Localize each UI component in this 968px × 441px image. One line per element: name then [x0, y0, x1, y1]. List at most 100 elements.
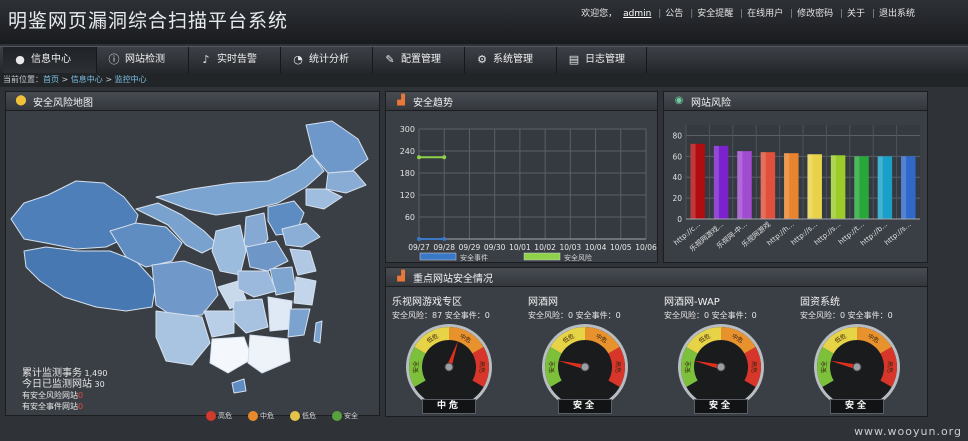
link-online-users[interactable]: 在线用户 [747, 9, 783, 19]
map-panel-title: 安全风险地图 [33, 98, 93, 109]
trend-ytick-label: 120 [400, 191, 415, 200]
map-region-guangdong [247, 334, 291, 374]
trend-xtick-label: 09/30 [484, 243, 506, 252]
trend-ytick-label: 180 [400, 169, 415, 178]
trend-xtick-label: 10/01 [509, 243, 531, 252]
trend-ytick-label: 300 [400, 125, 415, 134]
trend-legend-label: 安全事件 [460, 253, 488, 262]
map-region-liaoning [305, 188, 343, 210]
map-region-hainan [231, 378, 247, 394]
gauge-status-label: 安全 [694, 399, 748, 414]
trend-point [442, 155, 447, 160]
trend-point [417, 155, 421, 160]
trend-xtick-label: 10/04 [585, 243, 607, 252]
tab-realtime-alarm[interactable]: ♪ 实时告警 [189, 47, 281, 73]
tab-site-detect[interactable]: ⓘ 网站检测 [97, 47, 189, 73]
tab-config[interactable]: ✎ 配置管理 [373, 47, 465, 73]
bar-chart-icon: ▟ [397, 271, 405, 282]
legend-safe-dot [332, 411, 342, 421]
risk-bar-highlight [807, 154, 813, 219]
main-nav: ● 信息中心 ⓘ 网站检测 ♪ 实时告警 ◔ 统计分析 ✎ 配置管理 ⚙ 系统管理 ▤ 日志管… [0, 46, 968, 74]
link-logout[interactable]: 退出系统 [879, 9, 915, 19]
site-name[interactable]: 网酒网 [528, 293, 558, 308]
risk-category-label: http://s... [813, 220, 842, 247]
wrench-icon: ✎ [385, 53, 395, 66]
risk-bar-highlight [877, 156, 883, 219]
trend-panel-title: 安全趋势 [413, 98, 453, 109]
gauge-zone-label: 高危 [750, 361, 758, 373]
legend-safe: 安全 [332, 411, 358, 421]
map-stats: 累计监测事务 1,490 今日已监测网站 30 有安全风险网站0 有安全事件网站… [22, 368, 108, 411]
risk-ytick-label: 80 [672, 131, 682, 140]
map-region-hunan [231, 298, 269, 334]
site-gauge: 安全低危 中危高危 [542, 324, 628, 405]
risk-bar-highlight [690, 143, 696, 219]
top-links: 欢迎您， admin | 公告 | 安全提醒 | 在线用户 | 修改密码 | 关于 | 退出系… [581, 9, 915, 19]
tab-info-center[interactable]: ● 信息中心 [3, 47, 97, 73]
tab-system[interactable]: ⚙ 系统管理 [465, 47, 557, 73]
trend-ytick-label: 60 [405, 213, 415, 222]
app-header: 明鉴网页漏洞综合扫描平台系统 欢迎您， admin | 公告 | 安全提醒 | 在线用户… [0, 0, 968, 44]
risk-ytick-label: 60 [672, 152, 682, 161]
gauge-zone-label: 高危 [478, 361, 486, 373]
gauge-hub [716, 362, 726, 372]
info-icon: ⓘ [108, 53, 120, 66]
risk-bar-highlight [784, 153, 790, 219]
risk-bar-highlight [901, 156, 907, 219]
link-change-password[interactable]: 修改密码 [797, 9, 833, 19]
map-panel: ⬤ 安全风险地图 累计监测事务 1,490 今日已监测网站 30 有安全风险网站… [5, 91, 380, 421]
legend-low-dot [290, 411, 300, 421]
trend-xtick-label: 10/06 [635, 243, 657, 252]
legend-high-dot [206, 411, 216, 421]
gauge-hub [852, 362, 862, 372]
risk-panel-title: 网站风险 [691, 98, 731, 109]
map-region-guizhou [203, 310, 235, 338]
trend-plot-area [419, 129, 646, 239]
legend-high: 高危 [206, 411, 232, 421]
gauge-zone-label: 高危 [886, 361, 894, 373]
trend-ytick-label: 240 [400, 147, 415, 156]
map-region-jiangsu [289, 248, 317, 276]
site-gauge: 安全低危 中危高危 [814, 324, 900, 405]
gear-icon: ⚙ [477, 53, 487, 66]
breadcrumb-monitor[interactable]: 监控中心 [115, 75, 147, 84]
gauge-zone-label: 安全 [684, 361, 692, 373]
site-stats: 安全风险：0 安全事件：0 [664, 311, 757, 320]
map-region-henan [245, 240, 289, 272]
trend-xtick-label: 09/27 [408, 243, 430, 252]
site-name[interactable]: 乐视网游戏专区 [392, 293, 462, 308]
map-region-taiwan [313, 320, 323, 344]
watermark: www.wooyun.org [854, 425, 962, 438]
tab-statistics[interactable]: ◔ 统计分析 [281, 47, 373, 73]
link-security-alert[interactable]: 安全提醒 [697, 9, 733, 19]
map-region-zhejiang [293, 276, 317, 306]
trend-xtick-label: 09/28 [433, 243, 455, 252]
risk-bar-highlight [713, 145, 719, 219]
risk-ytick-label: 0 [677, 215, 682, 224]
link-announcement[interactable]: 公告 [665, 9, 683, 19]
gauge-status-label: 中危 [422, 399, 476, 414]
risk-category-label: http://s... [883, 220, 912, 247]
username-link[interactable]: admin [623, 9, 651, 19]
link-about[interactable]: 关于 [847, 9, 865, 19]
risk-bar-highlight [760, 152, 766, 219]
gauge-zone-label: 高危 [614, 361, 622, 373]
chat-bubble-icon: ● [15, 53, 25, 66]
legend-medium: 中危 [248, 411, 274, 421]
risk-bar-highlight [737, 151, 743, 219]
risk-ytick-label: 40 [672, 173, 682, 182]
site-name[interactable]: 固资系统 [800, 293, 840, 308]
sites-panel-title: 重点网站安全情况 [413, 274, 493, 285]
map-region-jilin [325, 170, 367, 194]
map-region-shaanxi [211, 224, 247, 276]
breadcrumb-info-center[interactable]: 信息中心 [71, 75, 103, 84]
risk-ytick-label: 20 [672, 194, 682, 203]
tab-logs[interactable]: ▤ 日志管理 [557, 47, 647, 73]
trend-xtick-label: 10/05 [610, 243, 632, 252]
gauge-zone-label: 安全 [412, 361, 420, 373]
site-name[interactable]: 网酒网-WAP [664, 293, 720, 308]
breadcrumb-home[interactable]: 首页 [43, 75, 59, 84]
pie-icon: ◔ [293, 53, 303, 66]
trend-legend-swatch [523, 252, 561, 261]
trend-chart: 6012018024030009/27 09/28 09/29 09/30 10/01 1… [400, 125, 657, 262]
